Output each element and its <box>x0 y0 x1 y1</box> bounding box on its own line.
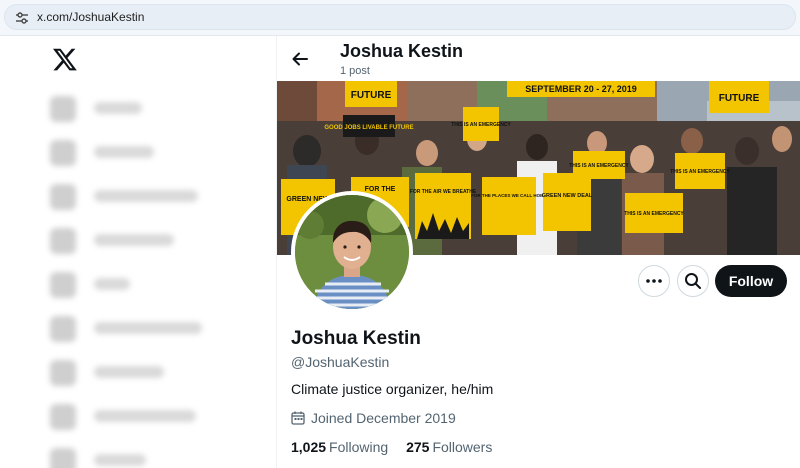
premium-icon <box>50 360 76 386</box>
profile-icon <box>50 448 76 468</box>
sidebar-item-label <box>94 366 164 378</box>
sidebar-item-label <box>94 322 202 334</box>
sidebar-item-label <box>94 278 130 290</box>
verified-orgs-icon <box>50 404 76 430</box>
sidebar-item-grok[interactable] <box>48 268 248 302</box>
sign-dates: SEPTEMBER 20 - 27, 2019 <box>525 84 637 94</box>
sidebar-item-home[interactable] <box>48 92 248 126</box>
browser-address-bar: x.com/JoshuaKestin <box>0 0 800 36</box>
sidebar-item-label <box>94 102 142 114</box>
sidebar-item-messages[interactable] <box>48 224 248 258</box>
profile-header-bar: Joshua Kestin 1 post <box>277 36 800 81</box>
follow-button[interactable]: Follow <box>715 265 787 297</box>
notifications-icon <box>50 184 76 210</box>
explore-icon <box>50 140 76 166</box>
sign-emergency-3: THIS IS AN EMERGENCY <box>670 169 730 175</box>
display-name: Joshua Kestin <box>291 328 421 349</box>
x-logo-icon[interactable] <box>52 46 78 72</box>
communities-icon <box>50 316 76 342</box>
post-count: 1 post <box>340 65 370 77</box>
sidebar-item-explore[interactable] <box>48 136 248 170</box>
joined-text: Joined December 2019 <box>311 410 456 426</box>
grok-icon <box>50 272 76 298</box>
sign-future-left: FUTURE <box>351 90 392 101</box>
following-count: 1,025 <box>291 439 327 455</box>
avatar-photo <box>295 195 409 309</box>
sign-for-the: FOR THE <box>365 186 396 193</box>
calendar-icon <box>291 411 305 425</box>
sign-future-right: FUTURE <box>719 93 760 104</box>
page-title: Joshua Kestin <box>340 41 464 61</box>
search-profile-button[interactable] <box>677 265 709 297</box>
sidebar-item-verified-orgs[interactable] <box>48 400 248 434</box>
sign-emergency-2: THIS IS AN EMERGENCY <box>569 163 629 169</box>
url-field[interactable]: x.com/JoshuaKestin <box>4 4 796 30</box>
following-link[interactable]: 1,025 Following <box>291 439 388 455</box>
sign-places-home: FOR THE PLACES WE CALL HOME <box>471 193 547 198</box>
followers-count: 275 <box>406 439 430 455</box>
follow-stats: 1,025 Following 275 Followers <box>291 439 506 455</box>
sign-good-jobs: GOOD JOBS LIVABLE FUTURE <box>324 125 413 131</box>
avatar[interactable] <box>291 191 413 313</box>
sign-air-we-breathe: FOR THE AIR WE BREATHE <box>410 189 477 195</box>
sign-emergency-4: THIS IS AN EMERGENCY <box>624 211 684 217</box>
sidebar-item-label <box>94 190 198 202</box>
sidebar-item-premium[interactable] <box>48 356 248 390</box>
sidebar-item-label <box>94 454 146 466</box>
user-handle: @JoshuaKestin <box>291 354 390 370</box>
sidebar-item-label <box>94 146 154 158</box>
site-settings-icon[interactable] <box>15 11 29 25</box>
sidebar-item-notifications[interactable] <box>48 180 248 214</box>
profile-main: Joshua Kestin 1 post SEPTEMBER 20 - 27, … <box>277 36 800 468</box>
more-horizontal-icon <box>646 279 662 283</box>
sidebar-item-label <box>94 410 196 422</box>
more-options-button[interactable] <box>638 265 670 297</box>
arrow-left-icon[interactable] <box>287 48 313 70</box>
sidebar-item-profile[interactable] <box>48 444 248 468</box>
sidebar-item-communities[interactable] <box>48 312 248 346</box>
sidebar-item-label <box>94 234 174 246</box>
sign-green-new-deal: GREEN NEW DEAL <box>542 193 593 199</box>
followers-link[interactable]: 275 Followers <box>406 439 492 455</box>
sign-emergency-1: THIS IS AN EMERGENCY <box>451 122 511 128</box>
url-text: x.com/JoshuaKestin <box>37 10 145 24</box>
home-icon <box>50 96 76 122</box>
search-icon <box>685 273 701 289</box>
messages-icon <box>50 228 76 254</box>
following-label: Following <box>329 439 389 455</box>
sidebar <box>0 36 276 468</box>
followers-label: Followers <box>432 439 493 455</box>
profile-bio: Climate justice organizer, he/him <box>291 381 494 397</box>
